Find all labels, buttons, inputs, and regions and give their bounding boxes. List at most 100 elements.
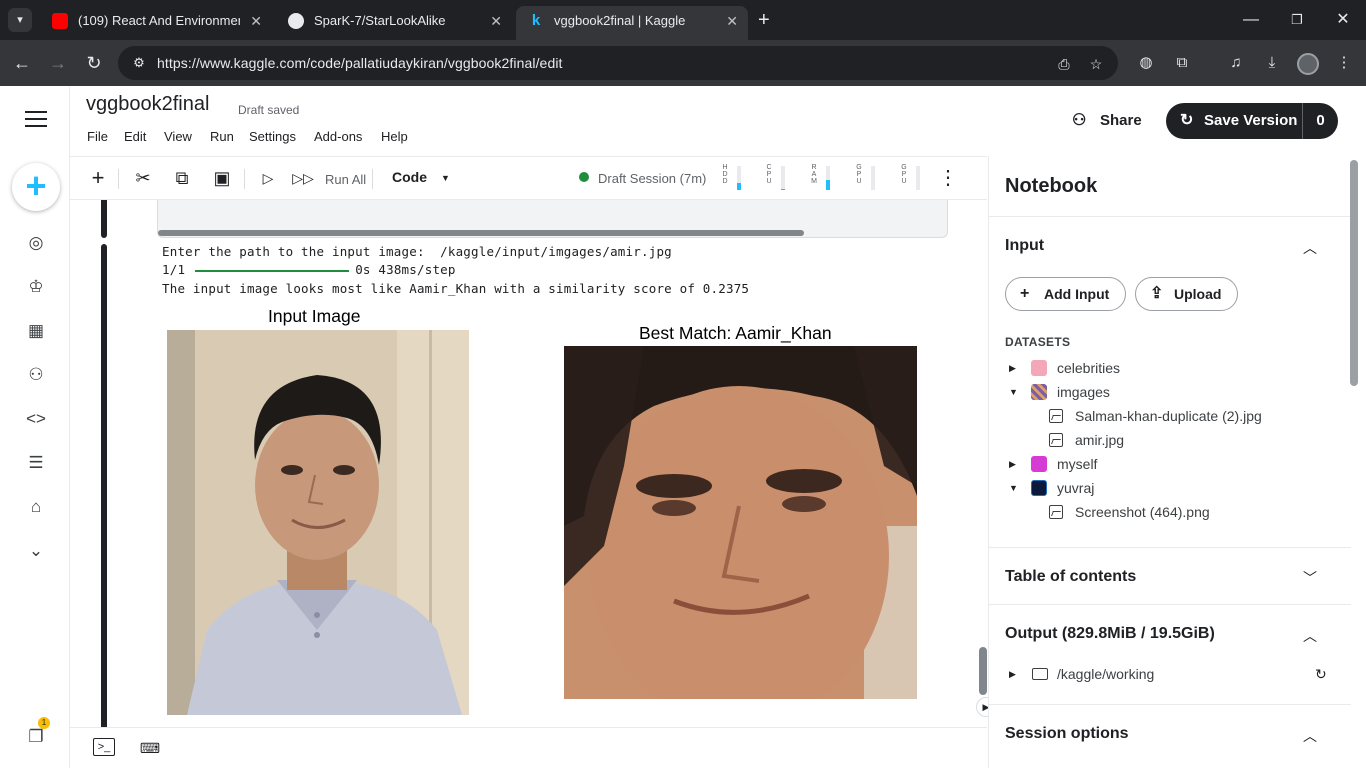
- file-item[interactable]: Salman-khan-duplicate (2).jpg: [989, 406, 1349, 426]
- site-settings-icon[interactable]: ⚙: [130, 54, 148, 72]
- cpu-meter: CPU: [765, 164, 795, 192]
- horizontal-scrollbar[interactable]: [158, 230, 804, 236]
- menu-view[interactable]: View: [164, 129, 192, 144]
- code-icon[interactable]: <>: [24, 407, 48, 431]
- close-tab-icon[interactable]: ✕: [490, 6, 502, 36]
- chevron-up-icon[interactable]: ︿: [1303, 726, 1317, 746]
- extension-icon[interactable]: ◍: [1135, 52, 1157, 74]
- reload-icon[interactable]: ↻: [82, 51, 106, 75]
- toc-section-header[interactable]: Table of contents: [1005, 568, 1136, 586]
- close-tab-icon[interactable]: ✕: [250, 6, 262, 36]
- console-icon[interactable]: >_: [93, 738, 115, 756]
- divider: [989, 704, 1351, 705]
- learn-icon[interactable]: ⌂: [24, 495, 48, 519]
- menu-help[interactable]: Help: [381, 129, 408, 144]
- dataset-item-imgages[interactable]: ▼ imgages: [989, 382, 1349, 402]
- bookmark-star-icon[interactable]: ☆: [1086, 54, 1106, 74]
- install-app-icon[interactable]: ⎙: [1054, 54, 1074, 74]
- run-all-icon[interactable]: ▷▷: [292, 167, 314, 189]
- upload-button[interactable]: ⇪ Upload: [1135, 277, 1239, 311]
- cell-type-select[interactable]: Code ▼: [392, 169, 450, 185]
- image-file-icon: [1049, 409, 1063, 423]
- tab-search-dropdown-icon[interactable]: ▾: [8, 8, 32, 32]
- refresh-icon[interactable]: ↻: [1315, 664, 1327, 684]
- session-label[interactable]: Draft Session (7m): [598, 171, 706, 186]
- table-icon[interactable]: ▦: [24, 319, 48, 343]
- keyboard-icon[interactable]: ⌨: [139, 738, 161, 758]
- chevron-down-icon[interactable]: ﹀: [1303, 568, 1317, 588]
- gpu-meter: GPU: [855, 164, 885, 192]
- media-control-icon[interactable]: ♫: [1225, 52, 1247, 74]
- caret-right-icon[interactable]: ▶: [1009, 664, 1016, 684]
- run-all-button[interactable]: Run All: [325, 172, 366, 187]
- models-icon[interactable]: ⚇: [24, 363, 48, 387]
- chevron-up-icon[interactable]: ︿: [1303, 238, 1317, 258]
- chevron-up-icon[interactable]: ︿: [1303, 626, 1317, 646]
- restore-icon[interactable]: ❐: [1285, 8, 1309, 32]
- address-bar[interactable]: ⚙ https://www.kaggle.com/code/pallatiuda…: [118, 46, 1118, 80]
- caret-down-icon[interactable]: ▼: [1009, 382, 1018, 402]
- notebook-editor[interactable]: Enter the path to the input image: /kagg…: [70, 200, 987, 727]
- dataset-item-yuvraj[interactable]: ▼ yuvraj: [989, 478, 1349, 498]
- menu-edit[interactable]: Edit: [124, 129, 146, 144]
- file-item[interactable]: Screenshot (464).png: [989, 502, 1349, 522]
- save-version-button[interactable]: ↻ Save Version 0: [1166, 103, 1338, 139]
- caret-down-icon[interactable]: ▼: [1009, 478, 1018, 498]
- notebook-vertical-scrollbar[interactable]: [979, 647, 987, 695]
- download-icon[interactable]: ⤓: [1261, 52, 1283, 74]
- browser-tab-youtube[interactable]: (109) React And Environment Se ✕: [40, 6, 272, 36]
- share-button[interactable]: ⚇ Share: [1072, 108, 1142, 134]
- caret-right-icon[interactable]: ▶: [1009, 358, 1016, 378]
- add-cell-icon[interactable]: +: [87, 167, 109, 189]
- run-cell-icon[interactable]: ▷: [257, 167, 279, 189]
- output-line: Enter the path to the input image: /kagg…: [162, 244, 672, 259]
- close-tab-icon[interactable]: ✕: [726, 6, 738, 36]
- dataset-item-myself[interactable]: ▶ myself: [989, 454, 1349, 474]
- dataset-name: myself: [1057, 456, 1098, 472]
- back-icon[interactable]: ←: [10, 51, 34, 75]
- caret-right-icon[interactable]: ▶: [1009, 454, 1016, 474]
- minimize-icon[interactable]: —: [1239, 8, 1263, 32]
- copy-icon[interactable]: ⧉: [171, 167, 193, 189]
- new-tab-icon[interactable]: +: [758, 9, 770, 31]
- chevron-down-icon[interactable]: ⌄: [24, 539, 48, 563]
- meter-bar: [781, 166, 785, 190]
- output-folder-item[interactable]: ▶ /kaggle/working ↻: [989, 664, 1349, 684]
- image-file-icon: [1049, 433, 1063, 447]
- compass-icon[interactable]: ◎: [24, 231, 48, 255]
- menu-settings[interactable]: Settings: [249, 129, 296, 144]
- file-item[interactable]: amir.jpg: [989, 430, 1349, 450]
- menu-file[interactable]: File: [87, 129, 108, 144]
- session-options-header[interactable]: Session options: [1005, 725, 1129, 743]
- comments-icon[interactable]: ☰: [24, 451, 48, 475]
- create-icon[interactable]: +: [12, 163, 60, 211]
- output-section-header[interactable]: Output (829.8MiB / 19.5GiB): [1005, 625, 1215, 643]
- upload-label: Upload: [1174, 286, 1222, 302]
- share-people-icon: ⚇: [1072, 112, 1087, 129]
- panel-scrollbar[interactable]: [1350, 160, 1358, 386]
- forward-icon[interactable]: →: [46, 51, 70, 75]
- input-section-header[interactable]: Input: [1005, 237, 1044, 255]
- menu-add-ons[interactable]: Add-ons: [314, 129, 362, 144]
- puzzle-icon[interactable]: ⧉: [1171, 52, 1193, 74]
- dataset-item-celebrities[interactable]: ▶ celebrities: [989, 358, 1349, 378]
- file-name: Screenshot (464).png: [1075, 504, 1210, 520]
- tab-label: vggbook2final | Kaggle: [554, 13, 686, 28]
- menu-icon[interactable]: [25, 111, 47, 127]
- profile-avatar[interactable]: [1297, 53, 1319, 75]
- add-input-button[interactable]: + Add Input: [1005, 277, 1127, 311]
- hdd-meter: HDD: [721, 164, 751, 192]
- browser-tab-github[interactable]: SparK-7/StarLookAlike ✕: [276, 6, 512, 36]
- save-version-label: Save Version: [1204, 112, 1298, 129]
- kaggle-icon: k: [531, 12, 541, 29]
- more-options-icon[interactable]: ⋮: [938, 167, 958, 189]
- close-window-icon[interactable]: ✕: [1331, 8, 1355, 32]
- trophy-icon[interactable]: ♔: [24, 275, 48, 299]
- browser-tab-kaggle[interactable]: k vggbook2final | Kaggle ✕: [516, 6, 748, 40]
- notebook-title[interactable]: vggbook2final: [86, 93, 209, 116]
- paste-icon[interactable]: ▣: [211, 167, 233, 189]
- chrome-menu-icon[interactable]: ⋮: [1333, 52, 1355, 74]
- meter-bar: [826, 166, 830, 190]
- menu-run[interactable]: Run: [210, 129, 234, 144]
- cut-icon[interactable]: ✂: [132, 167, 154, 189]
